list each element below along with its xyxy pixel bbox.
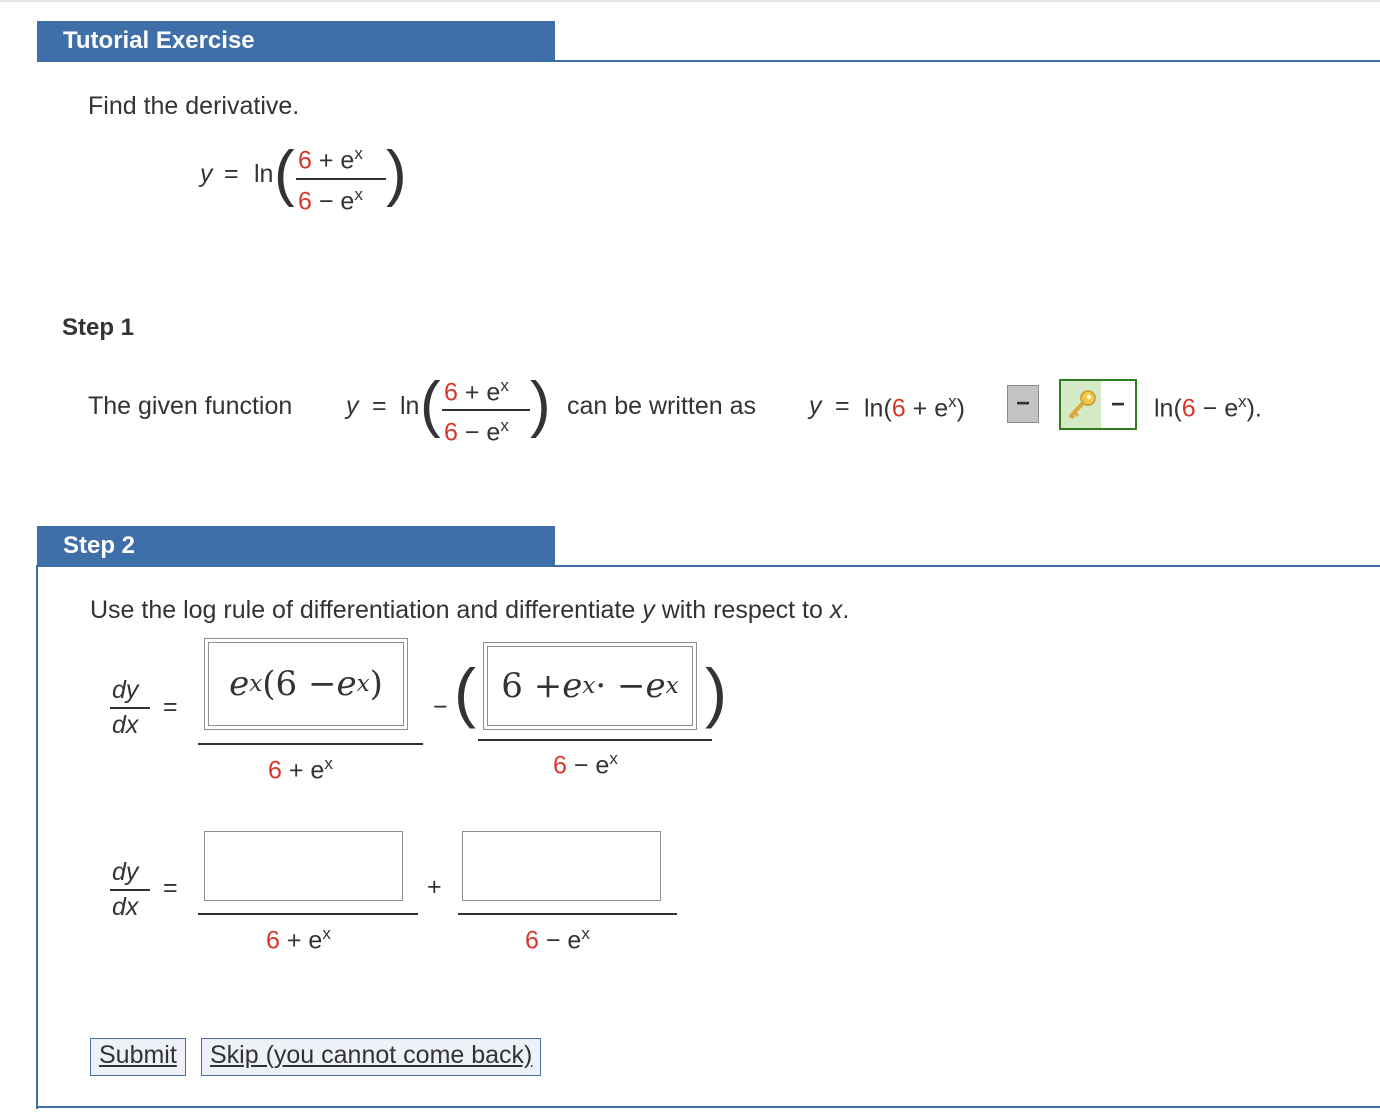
row2-frac1-bar <box>198 913 418 915</box>
row1-answer1-expression: e x (6 − e x) <box>208 642 404 726</box>
step1-rewrite-eq: = <box>835 392 850 420</box>
step1-frac-numerator: 6 + ex <box>444 376 509 407</box>
step1-ln: ln <box>400 392 420 420</box>
row1-answer2-expression: 6 + ex · − e x <box>487 646 693 726</box>
problem-equation: y = ln ( 6 + ex 6 − ex ) <box>200 140 420 220</box>
row1-frac1-bar <box>198 743 423 745</box>
problem-lhs: y <box>200 160 213 188</box>
step2-header: Step 2 <box>37 526 555 566</box>
row2-dx: dx <box>112 893 139 921</box>
problem-close-paren: ) <box>386 139 407 208</box>
step1-fraction-bar <box>442 409 530 411</box>
row1-answer2: 6 + ex · − e x <box>483 642 697 730</box>
problem-instruction: Find the derivative. <box>88 92 300 120</box>
step1-rewrite-expression: ln(6 + ex) <box>864 392 965 423</box>
row2-input2[interactable] <box>462 831 661 901</box>
row2-frac2-bar <box>458 913 677 915</box>
step1-lhs: y <box>346 392 359 420</box>
step1-frac-denominator: 6 − ex <box>444 416 509 447</box>
row2-dydx-bar <box>110 889 150 891</box>
problem-open-paren: ( <box>274 139 295 208</box>
step2-title: Step 2 <box>63 532 136 559</box>
tutorial-title: Tutorial Exercise <box>63 27 255 54</box>
row2-den2: 6 − ex <box>525 924 590 955</box>
step1-open-paren: ( <box>420 370 441 439</box>
row2-den1: 6 + ex <box>266 924 331 955</box>
row1-den2: 6 − ex <box>553 749 618 780</box>
row2-operator: + <box>427 873 442 901</box>
step1-text-middle: can be written as <box>567 392 756 420</box>
step1-text-before: The given function <box>88 392 293 420</box>
step1-eq: = <box>372 392 387 420</box>
step2-instruction: Use the log rule of differentiation and … <box>90 596 850 624</box>
row1-open-paren: ( <box>454 655 476 729</box>
row1-answer1: e x (6 − e x) <box>204 638 408 730</box>
skip-button[interactable]: Skip (you cannot come back) <box>201 1038 542 1076</box>
key-icon <box>1061 381 1101 428</box>
step1-close-paren: ) <box>530 370 551 439</box>
row2-dydx: dy dx <box>108 858 154 922</box>
row1-dx: dx <box>112 711 139 739</box>
problem-ln: ln <box>254 160 274 188</box>
row2-input1[interactable] <box>204 831 403 901</box>
step1-rewrite-lhs: y <box>809 392 822 420</box>
tutorial-header: Tutorial Exercise <box>37 21 555 61</box>
step2-panel-bottom <box>36 1106 1380 1108</box>
row1-eq: = <box>163 693 178 721</box>
row1-den1: 6 + ex <box>268 754 333 785</box>
row1-operator: − <box>433 693 448 721</box>
operator-select-value: − <box>1015 390 1030 417</box>
problem-denominator: 6 − ex <box>298 185 363 216</box>
operator-answer: − <box>1110 390 1125 418</box>
problem-fraction-bar <box>296 178 386 180</box>
row1-frac2-bar <box>478 739 712 741</box>
step2-panel-top <box>36 565 1380 567</box>
step2-panel-left <box>36 565 38 1109</box>
answer-key-box: − <box>1059 379 1137 430</box>
step1-tail-expression: ln(6 − ex). <box>1154 392 1262 423</box>
problem-eq: = <box>224 160 239 188</box>
row1-dy: dy <box>112 676 139 704</box>
submit-button[interactable]: Submit <box>90 1038 186 1076</box>
row1-dydx: dy dx <box>108 676 154 740</box>
row1-dydx-bar <box>110 707 150 709</box>
problem-numerator: 6 + ex <box>298 144 363 175</box>
row2-eq: = <box>163 874 178 902</box>
tutorial-header-rule <box>37 60 1380 62</box>
row1-close-paren: ) <box>705 655 727 729</box>
step1-sentence: The given function y = ln ( 6 + ex 6 − e… <box>88 372 1328 452</box>
step1-title: Step 1 <box>62 314 135 341</box>
operator-select[interactable]: − <box>1007 385 1039 423</box>
row2-dy: dy <box>112 858 139 886</box>
top-rule <box>0 0 1380 2</box>
